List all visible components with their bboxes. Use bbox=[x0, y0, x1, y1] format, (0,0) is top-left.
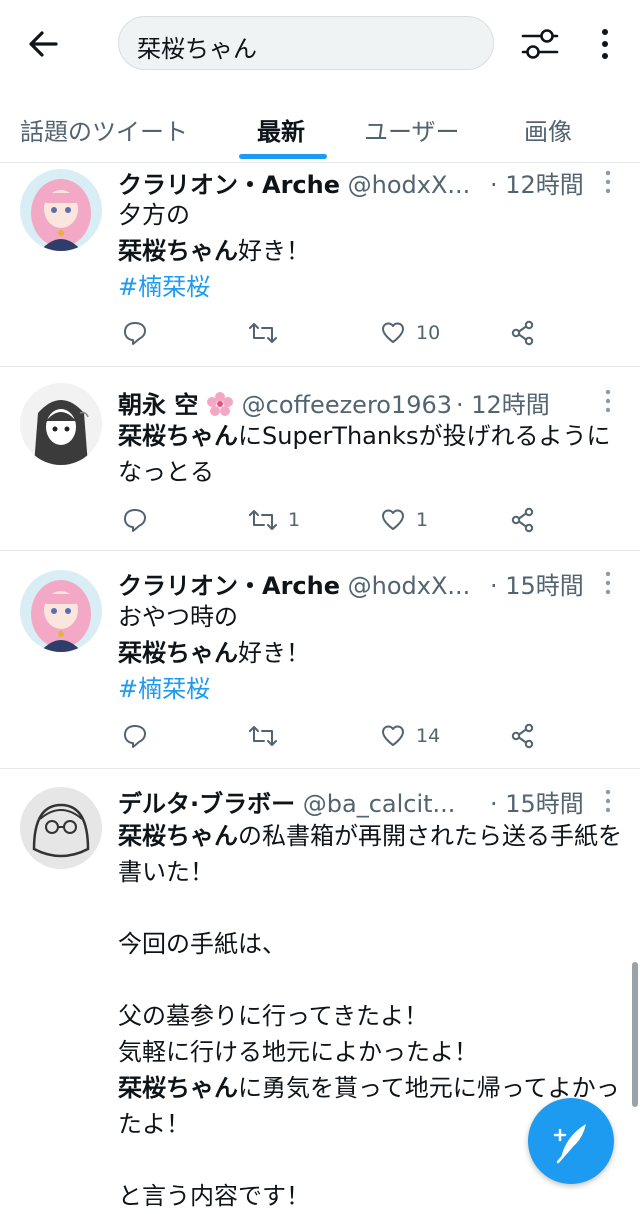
text-line: 夕方の bbox=[118, 201, 190, 229]
active-tab-indicator bbox=[239, 154, 327, 159]
retweet-icon bbox=[249, 726, 277, 746]
text-line: 栞桜ちゃん好き！ bbox=[118, 639, 310, 667]
user-handle[interactable]: @ba_calcit... bbox=[303, 790, 456, 818]
keyword-highlight: 栞桜ちゃん bbox=[118, 822, 238, 850]
timestamp[interactable]: · 12時間 bbox=[456, 385, 550, 420]
text-line: 気軽に行ける地元によかったよ！ bbox=[118, 1038, 478, 1066]
tweet[interactable]: 朝永 空 @coffeezero1963 · 12時間 栞桜ちゃんにSuperT… bbox=[0, 366, 640, 551]
tweet-text: 栞桜ちゃんにSuperThanksが投げれるようになっとる bbox=[118, 418, 623, 490]
tab-latest[interactable]: 最新 bbox=[257, 112, 305, 147]
share-icon bbox=[511, 507, 534, 533]
filter-icon[interactable] bbox=[518, 22, 562, 66]
tweet-text: 夕方の 栞桜ちゃん好き！ #楠栞桜 bbox=[118, 197, 623, 305]
reply-button[interactable] bbox=[122, 718, 158, 754]
user-handle[interactable]: @hodxX... bbox=[348, 572, 471, 600]
text-line: 栞桜ちゃん好き！ bbox=[118, 237, 310, 265]
search-input[interactable]: 栞桜ちゃん bbox=[118, 16, 494, 70]
text-line: 栞桜ちゃんにSuperThanksが投げれるようになっとる bbox=[118, 422, 611, 486]
timestamp[interactable]: · 15時間 bbox=[490, 784, 584, 819]
like-button[interactable]: 14 bbox=[380, 718, 440, 754]
retweet-button[interactable]: 1 bbox=[248, 502, 300, 538]
display-name[interactable]: 朝永 空 bbox=[118, 391, 198, 419]
like-icon bbox=[382, 509, 404, 530]
compose-button[interactable] bbox=[528, 1098, 614, 1184]
reply-icon bbox=[124, 725, 146, 748]
more-vertical-icon[interactable] bbox=[592, 22, 618, 66]
hashtag-link[interactable]: #楠栞桜 bbox=[118, 671, 623, 707]
share-button[interactable] bbox=[510, 718, 536, 754]
tab-images[interactable]: 画像 bbox=[524, 112, 572, 147]
avatar[interactable] bbox=[20, 383, 102, 465]
reply-icon bbox=[124, 322, 146, 345]
search-tabs: 話題のツイート 最新 ユーザー 画像 bbox=[0, 90, 640, 163]
tweet-actions: 14 bbox=[118, 718, 548, 754]
tweet-text: おやつ時の 栞桜ちゃん好き！ #楠栞桜 bbox=[118, 599, 623, 707]
reply-icon bbox=[124, 509, 146, 532]
more-options-icon[interactable] bbox=[600, 167, 616, 197]
text-line: おやつ時の bbox=[118, 603, 238, 631]
display-name[interactable]: デルタ·ブラボー bbox=[118, 790, 295, 818]
more-options-icon[interactable] bbox=[600, 386, 616, 416]
reply-button[interactable] bbox=[122, 315, 158, 351]
avatar[interactable] bbox=[20, 787, 102, 869]
retweet-icon bbox=[249, 510, 277, 530]
keyword-highlight: 栞桜ちゃん bbox=[118, 1074, 238, 1102]
reply-button[interactable] bbox=[122, 502, 158, 538]
keyword-highlight: 栞桜ちゃん bbox=[118, 639, 238, 667]
avatar[interactable] bbox=[20, 570, 102, 652]
user-handle[interactable]: @coffeezero1963 bbox=[242, 391, 452, 419]
back-arrow-icon[interactable] bbox=[22, 26, 66, 62]
tab-top-tweets[interactable]: 話題のツイート bbox=[20, 112, 188, 147]
share-button[interactable] bbox=[510, 502, 536, 538]
text-line: 父の墓参りに行ってきたよ！ bbox=[118, 1002, 429, 1030]
share-icon bbox=[511, 320, 534, 346]
scrollbar[interactable] bbox=[632, 962, 638, 1107]
display-name[interactable]: クラリオン・Arche bbox=[118, 572, 340, 600]
like-button[interactable]: 1 bbox=[380, 502, 428, 538]
retweet-button[interactable] bbox=[248, 718, 288, 754]
timestamp[interactable]: · 15時間 bbox=[490, 566, 584, 601]
more-options-icon[interactable] bbox=[600, 568, 616, 598]
avatar[interactable] bbox=[20, 169, 102, 251]
tweet[interactable]: クラリオン・Arche @hodxX... · 15時間 おやつ時の 栞桜ちゃん… bbox=[0, 550, 640, 769]
retweet-icon bbox=[249, 323, 277, 343]
like-icon bbox=[382, 322, 404, 343]
keyword-highlight: 栞桜ちゃん bbox=[118, 422, 238, 450]
timestamp[interactable]: · 12時間 bbox=[490, 165, 584, 200]
retweet-button[interactable] bbox=[248, 315, 288, 351]
like-icon bbox=[382, 725, 404, 746]
tweet-actions: 1 1 bbox=[118, 502, 548, 538]
text-line: 栞桜ちゃんの私書箱が再開されたら送る手紙を書いた！ bbox=[118, 822, 622, 886]
search-query: 栞桜ちゃん bbox=[137, 35, 257, 63]
more-options-icon[interactable] bbox=[600, 786, 616, 816]
hashtag-link[interactable]: #楠栞桜 bbox=[118, 269, 623, 305]
keyword-highlight: 栞桜ちゃん bbox=[118, 237, 238, 265]
tweet[interactable]: クラリオン・Arche @hodxX... · 12時間 夕方の 栞桜ちゃん好き… bbox=[0, 163, 640, 367]
like-button[interactable]: 10 bbox=[380, 315, 440, 351]
tweet-actions: 10 bbox=[118, 315, 548, 351]
share-button[interactable] bbox=[510, 315, 536, 351]
tab-users[interactable]: ユーザー bbox=[364, 112, 460, 147]
user-handle[interactable]: @hodxX... bbox=[348, 171, 471, 199]
cherry-blossom-icon bbox=[207, 392, 233, 416]
display-name[interactable]: クラリオン・Arche bbox=[118, 171, 340, 199]
compose-icon bbox=[553, 1124, 586, 1164]
share-icon bbox=[511, 723, 534, 749]
text-line: 今回の手紙は、 bbox=[118, 930, 286, 958]
top-bar: 栞桜ちゃん bbox=[0, 0, 640, 90]
